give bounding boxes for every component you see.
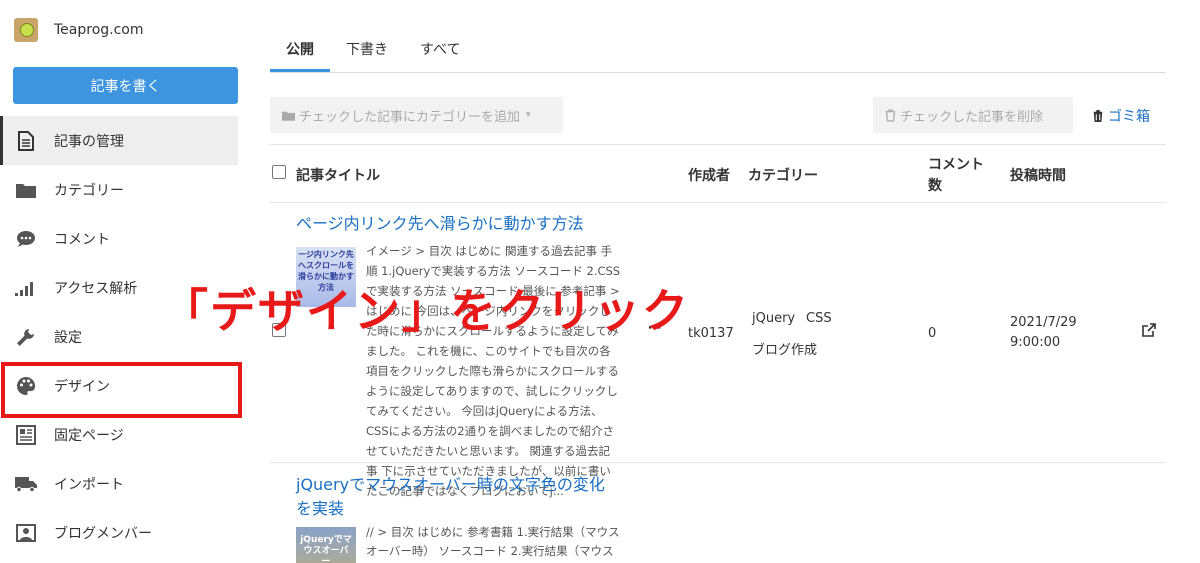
truck-icon xyxy=(15,473,37,495)
post-time: 9:00:00 xyxy=(1010,335,1061,350)
header-title[interactable]: 記事タイトル xyxy=(296,165,380,185)
post-title-link[interactable]: jQueryでマウスオーバー時の文字色の変化 を実装 xyxy=(296,473,605,521)
active-tab-indicator xyxy=(270,69,330,72)
sidebar-item-blog-members[interactable]: ブログメンバー xyxy=(0,508,238,557)
post-date: 2021/7/29 xyxy=(1010,315,1077,330)
tab-published[interactable]: 公開 xyxy=(286,39,314,59)
write-article-button[interactable]: 記事を書く xyxy=(13,67,238,104)
site-header[interactable]: Teaprog.com xyxy=(14,18,144,42)
header-posted-time: 投稿時間 xyxy=(1010,168,1066,184)
delete-checked-button[interactable]: チェックした記事を削除 xyxy=(873,97,1073,133)
signal-bars-icon xyxy=(15,277,37,299)
sidebar-item-article-management[interactable]: 記事の管理 xyxy=(0,116,238,165)
add-category-button[interactable]: チェックした記事にカテゴリーを追加 ▾ xyxy=(270,97,563,133)
site-name: Teaprog.com xyxy=(54,22,144,38)
table-row: jQueryでマウスオーバー時の文字色の変化 を実装 jQueryでマウスオーバ… xyxy=(270,463,1166,563)
folder-icon xyxy=(15,179,37,201)
page-icon xyxy=(15,424,37,446)
post-category-tag[interactable]: CSS xyxy=(806,311,832,326)
select-all-checkbox[interactable] xyxy=(272,165,286,179)
trash-icon xyxy=(1092,110,1104,122)
post-title-link[interactable]: ページ内リンク先へ滑らかに動かす方法 xyxy=(296,212,584,236)
document-icon xyxy=(15,130,37,152)
header-comments-line2: 数 xyxy=(928,178,942,194)
instruction-overlay-text: 「デザイン」をクリック xyxy=(162,284,690,338)
folder-icon xyxy=(282,111,295,121)
post-excerpt: // > 目次 はじめに 参考書籍 1.実行結果（マウスオーバー時） ソースコー… xyxy=(366,525,620,558)
sidebar-item-comment[interactable]: コメント xyxy=(0,214,238,263)
header-category: カテゴリー xyxy=(748,168,818,184)
sidebar-item-import[interactable]: インポート xyxy=(0,459,238,508)
external-link-icon[interactable] xyxy=(1142,323,1156,341)
trash-link[interactable]: ゴミ箱 xyxy=(1092,106,1150,126)
header-author: 作成者 xyxy=(688,168,730,184)
design-highlight-box xyxy=(1,362,242,418)
tab-all[interactable]: すべて xyxy=(420,39,460,59)
header-comments: コメント xyxy=(928,157,984,173)
caret-down-icon: ▾ xyxy=(526,110,531,120)
avatar xyxy=(14,18,38,42)
post-thumbnail: jQueryでマウスオーバー xyxy=(296,527,356,563)
trash-icon xyxy=(885,108,896,122)
post-category-tag[interactable]: ブログ作成 xyxy=(752,339,817,358)
wrench-icon xyxy=(15,326,37,348)
member-card-icon xyxy=(15,522,37,544)
post-author: tk0137 xyxy=(688,326,734,341)
status-tabs: 公開 下書き すべて xyxy=(270,30,1166,73)
table-header: 記事タイトル 作成者 カテゴリー コメント 数 投稿時間 xyxy=(270,144,1166,203)
sidebar-item-category[interactable]: カテゴリー xyxy=(0,165,238,214)
post-category-tag[interactable]: jQuery xyxy=(752,311,795,326)
post-comment-count: 0 xyxy=(928,326,937,341)
tab-drafts[interactable]: 下書き xyxy=(346,39,388,59)
comment-icon xyxy=(15,228,37,250)
